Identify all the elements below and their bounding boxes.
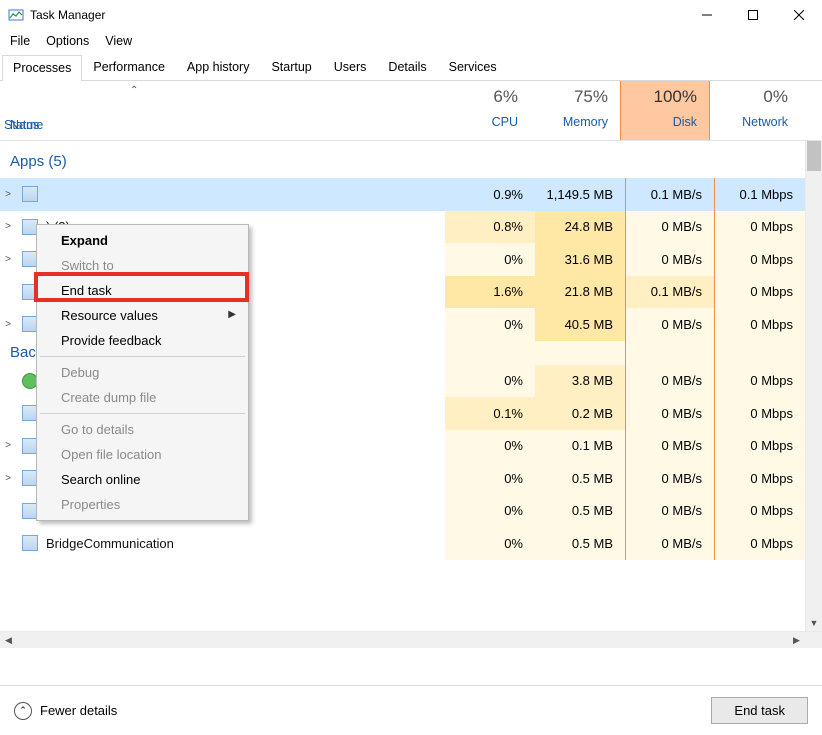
group-apps[interactable]: Apps (5) bbox=[0, 141, 805, 178]
end-task-button[interactable]: End task bbox=[711, 697, 808, 724]
process-icon bbox=[22, 186, 38, 202]
scrollbar-thumb[interactable] bbox=[807, 141, 821, 171]
tab-details[interactable]: Details bbox=[377, 54, 437, 80]
ctx-provide-feedback[interactable]: Provide feedback bbox=[39, 328, 246, 353]
ctx-separator bbox=[40, 413, 245, 414]
ctx-end-task[interactable]: End task bbox=[39, 278, 246, 303]
fewer-details-button[interactable]: ⌃ Fewer details bbox=[14, 702, 117, 720]
expand-icon[interactable]: > bbox=[0, 319, 16, 330]
expand-icon[interactable]: > bbox=[0, 473, 16, 484]
tabs: Processes Performance App history Startu… bbox=[0, 54, 822, 81]
col-status[interactable]: Status bbox=[310, 81, 440, 140]
menubar: File Options View bbox=[0, 30, 822, 54]
ctx-switch-to: Switch to bbox=[39, 253, 246, 278]
scroll-down-icon[interactable]: ▼ bbox=[806, 614, 822, 631]
process-row[interactable]: > 0.9% 1,149.5 MB 0.1 MB/s 0.1 Mbps bbox=[0, 178, 805, 211]
col-cpu[interactable]: 6% CPU bbox=[440, 81, 530, 140]
process-icon bbox=[22, 535, 38, 551]
expand-icon[interactable]: > bbox=[0, 189, 16, 200]
col-name[interactable]: ⌃ Name bbox=[0, 81, 310, 140]
scroll-left-icon[interactable]: ◀ bbox=[0, 632, 17, 648]
menu-file[interactable]: File bbox=[4, 32, 40, 50]
expand-icon[interactable]: > bbox=[0, 221, 16, 232]
tab-processes[interactable]: Processes bbox=[2, 55, 82, 81]
scroll-right-icon[interactable]: ▶ bbox=[788, 632, 805, 648]
ctx-search-online[interactable]: Search online bbox=[39, 467, 246, 492]
window-title: Task Manager bbox=[30, 8, 684, 22]
footer: ⌃ Fewer details End task bbox=[0, 685, 822, 735]
submenu-arrow-icon: ▶ bbox=[228, 309, 236, 320]
app-icon bbox=[8, 7, 24, 23]
sort-arrow-icon: ⌃ bbox=[130, 85, 138, 96]
tab-app-history[interactable]: App history bbox=[176, 54, 261, 80]
col-memory[interactable]: 75% Memory bbox=[530, 81, 620, 140]
tab-users[interactable]: Users bbox=[323, 54, 378, 80]
col-network[interactable]: 0% Network bbox=[710, 81, 800, 140]
ctx-separator bbox=[40, 356, 245, 357]
menu-options[interactable]: Options bbox=[40, 32, 99, 50]
chevron-up-icon: ⌃ bbox=[14, 702, 32, 720]
context-menu: Expand Switch to End task Resource value… bbox=[36, 224, 249, 521]
horizontal-scrollbar[interactable]: ◀ ▶ bbox=[0, 631, 822, 648]
ctx-create-dump: Create dump file bbox=[39, 385, 246, 410]
vertical-scrollbar[interactable]: ▲ ▼ bbox=[805, 141, 822, 631]
col-disk[interactable]: 100% Disk bbox=[620, 81, 710, 140]
ctx-open-file-location: Open file location bbox=[39, 442, 246, 467]
ctx-go-to-details: Go to details bbox=[39, 417, 246, 442]
maximize-button[interactable] bbox=[730, 0, 776, 30]
expand-icon[interactable]: > bbox=[0, 440, 16, 451]
ctx-resource-values[interactable]: Resource values ▶ bbox=[39, 303, 246, 328]
tab-services[interactable]: Services bbox=[438, 54, 508, 80]
ctx-expand[interactable]: Expand bbox=[39, 228, 246, 253]
menu-view[interactable]: View bbox=[99, 32, 142, 50]
minimize-button[interactable] bbox=[684, 0, 730, 30]
process-row[interactable]: BridgeCommunication 0% 0.5 MB 0 MB/s 0 M… bbox=[0, 527, 805, 560]
close-button[interactable] bbox=[776, 0, 822, 30]
ctx-debug: Debug bbox=[39, 360, 246, 385]
column-headers: ⌃ Name Status 6% CPU 75% Memory 100% Dis… bbox=[0, 81, 822, 141]
expand-icon[interactable]: > bbox=[0, 254, 16, 265]
titlebar: Task Manager bbox=[0, 0, 822, 30]
ctx-properties: Properties bbox=[39, 492, 246, 517]
tab-performance[interactable]: Performance bbox=[82, 54, 176, 80]
tab-startup[interactable]: Startup bbox=[260, 54, 322, 80]
